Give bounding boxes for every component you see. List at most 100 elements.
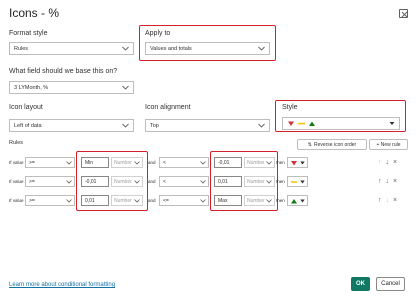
type-1-value: Number (114, 178, 132, 185)
delete-rule-icon[interactable]: × (393, 178, 397, 185)
chevron-down-icon (200, 199, 206, 203)
rule-icon-dropdown[interactable] (287, 176, 308, 187)
learn-more-link[interactable]: Learn more about conditional formatting (9, 282, 115, 288)
rule-row: If value >= Min Number and < -0,01 Number then ↑ ↓… (9, 157, 408, 170)
operator-1-value: >= (29, 178, 35, 185)
reverse-icon-order-button[interactable]: ⇅ Reverse icon order (297, 139, 367, 150)
chevron-down-icon (122, 85, 129, 90)
value-1-text: Min (85, 159, 94, 166)
reverse-icon: ⇅ (307, 141, 312, 148)
chevron-down-icon (258, 123, 265, 128)
format-style-value: Rules (14, 45, 29, 52)
caret-down-icon (300, 161, 305, 165)
operator-1-dropdown[interactable]: >= (25, 157, 75, 168)
reverse-icon-order-label: Reverse icon order (313, 141, 357, 148)
caret-down-icon (389, 122, 395, 125)
chevron-down-icon (258, 46, 265, 51)
apply-to-dropdown[interactable]: Values and totals (145, 42, 270, 55)
icon-alignment-dropdown[interactable]: Top (145, 119, 270, 132)
value-1-input[interactable]: Min (81, 157, 109, 168)
new-rule-button[interactable]: + New rule (369, 139, 408, 150)
rule-row: If value >= -0,01 Number and <0,01 Number then ↑… (9, 176, 408, 189)
chevron-down-icon (122, 123, 129, 128)
move-down-icon[interactable]: ↓ (386, 197, 390, 204)
operator-1-value: >= (29, 197, 35, 204)
value-1-input[interactable]: 0,01 (81, 195, 109, 206)
type-1-dropdown[interactable]: Number (111, 176, 143, 187)
caret-down-icon (300, 180, 305, 184)
type-2-value: Number (247, 197, 265, 204)
delete-rule-icon[interactable]: × (393, 197, 397, 204)
then-label: then (276, 179, 285, 184)
field-dropdown[interactable]: 3 LYMonth, % (9, 81, 134, 94)
green-up-triangle-icon (291, 198, 297, 203)
value-2-input[interactable]: Max (214, 195, 242, 206)
operator-2-value: <= (163, 197, 169, 204)
rule-actions: ↑ ↓ × (378, 159, 397, 166)
close-icon[interactable] (399, 9, 408, 18)
new-rule-label: + New rule (376, 141, 401, 148)
dialog-title: Icons - % (9, 6, 60, 20)
type-1-dropdown[interactable]: Number (111, 157, 143, 168)
operator-2-dropdown[interactable]: <= (159, 195, 209, 206)
chevron-down-icon (66, 180, 72, 184)
delete-rule-icon[interactable]: × (393, 159, 397, 166)
type-1-dropdown[interactable]: Number (111, 195, 143, 206)
chevron-down-icon (134, 180, 140, 184)
rule-actions: ↑ ↓ × (378, 178, 397, 185)
red-down-triangle-icon (291, 160, 297, 165)
apply-to-value: Values and totals (150, 45, 192, 52)
chevron-down-icon (266, 180, 272, 184)
icon-style-dropdown[interactable] (282, 117, 400, 130)
move-up-icon[interactable]: ↑ (378, 197, 382, 204)
operator-2-value: < (163, 178, 166, 185)
value-1-input[interactable]: -0,01 (81, 176, 109, 187)
rule-row: If value >= 0,01 Number and <= Max Number then ↑ ↓… (9, 195, 408, 208)
rules-label: Rules (9, 140, 24, 146)
operator-1-dropdown[interactable]: >= (25, 195, 75, 206)
value-2-input[interactable]: 0,01 (214, 176, 242, 187)
cancel-button[interactable]: Cancel (376, 277, 405, 291)
rule-icon-dropdown[interactable] (287, 157, 308, 168)
type-2-value: Number (247, 159, 265, 166)
chevron-down-icon (200, 180, 206, 184)
if-value-label: If value (9, 160, 24, 165)
rule-icon-dropdown[interactable] (287, 195, 308, 206)
type-1-value: Number (114, 197, 132, 204)
chevron-down-icon (66, 199, 72, 203)
rule-actions: ↑ ↓ × (378, 197, 397, 204)
style-label: Style (282, 104, 298, 111)
move-up-icon[interactable]: ↑ (378, 178, 382, 185)
icon-layout-dropdown[interactable]: Left of data (9, 119, 134, 132)
type-2-dropdown[interactable]: Number (244, 157, 275, 168)
caret-down-icon (300, 199, 305, 203)
move-up-icon[interactable]: ↑ (378, 159, 382, 166)
type-2-value: Number (247, 178, 265, 185)
operator-2-dropdown[interactable]: < (159, 157, 209, 168)
move-down-icon[interactable]: ↓ (386, 178, 390, 185)
yellow-dash-icon (291, 180, 297, 183)
then-label: then (276, 198, 285, 203)
format-style-dropdown[interactable]: Rules (9, 42, 134, 55)
chevron-down-icon (200, 161, 206, 165)
and-label: and (148, 160, 156, 165)
move-down-icon[interactable]: ↓ (386, 159, 390, 166)
value-1-text: -0,01 (85, 178, 97, 185)
chevron-down-icon (66, 161, 72, 165)
value-1-text: 0,01 (85, 197, 95, 204)
operator-1-dropdown[interactable]: >= (25, 176, 75, 187)
icon-layout-value: Left of data (14, 122, 42, 129)
icon-style-preview (288, 121, 315, 126)
ok-button[interactable]: OK (351, 277, 370, 291)
type-2-dropdown[interactable]: Number (244, 195, 275, 206)
type-2-dropdown[interactable]: Number (244, 176, 275, 187)
format-style-label: Format style (9, 30, 48, 37)
value-2-input[interactable]: -0,01 (214, 157, 242, 168)
icon-alignment-value: Top (150, 122, 159, 129)
value-2-text: 0,01 (218, 178, 228, 185)
field-value: 3 LYMonth, % (14, 84, 49, 91)
chevron-down-icon (266, 161, 272, 165)
if-value-label: If value (9, 198, 24, 203)
operator-2-dropdown[interactable]: < (159, 176, 209, 187)
value-2-text: -0,01 (218, 159, 230, 166)
